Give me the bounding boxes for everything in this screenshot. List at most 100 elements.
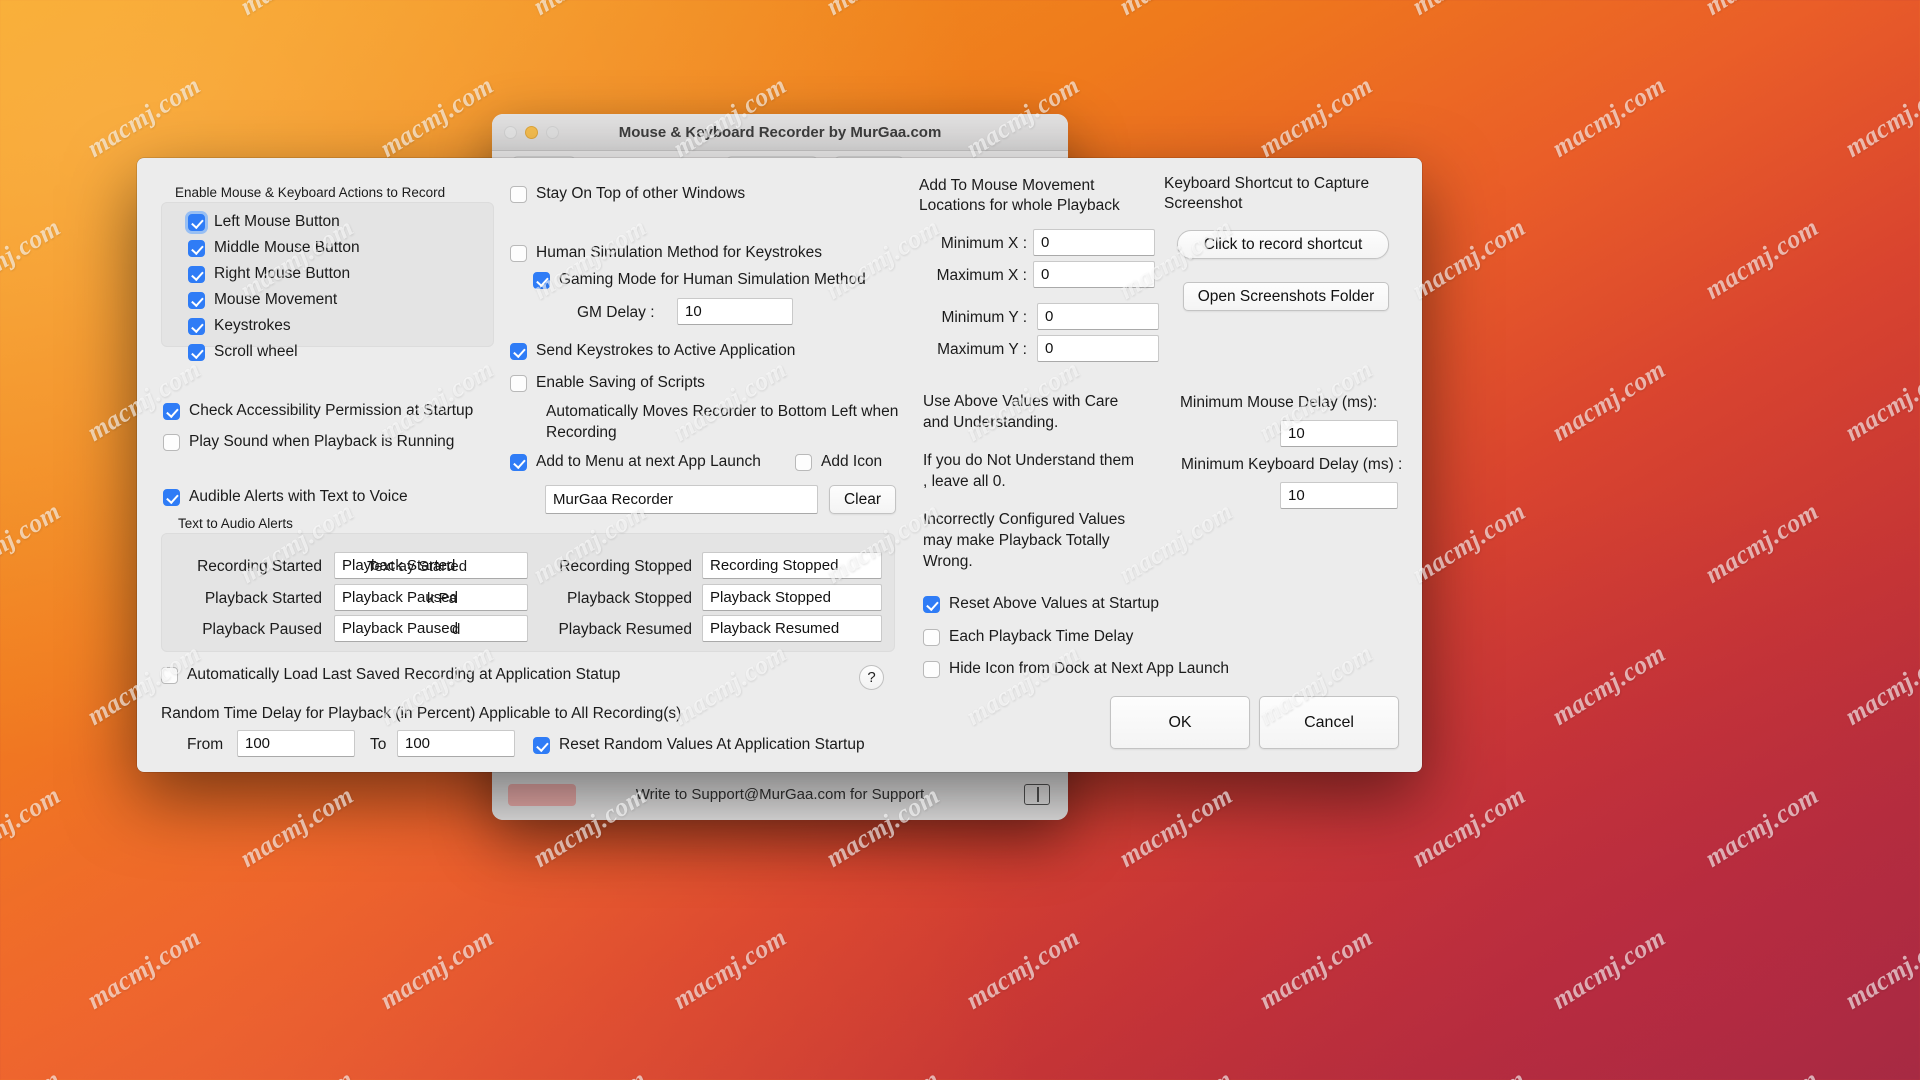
close-icon[interactable] — [504, 126, 517, 139]
checkbox-indicator[interactable] — [188, 214, 205, 231]
random-to-input[interactable]: 100 — [397, 730, 515, 757]
app-footer: Write to Support@MurGaa.com for Support — [492, 768, 1068, 820]
cancel-label: Cancel — [1304, 713, 1354, 731]
checkbox-gaming-mode[interactable]: Gaming Mode for Human Simulation Method — [533, 271, 866, 289]
alert-label-playback-paused: Playback Paused — [202, 621, 322, 638]
watermark-text: macmj.com — [1253, 922, 1378, 1015]
checkbox-label: Human Simulation Method for Keystrokes — [536, 244, 823, 261]
checkbox-audible-alerts[interactable]: Audible Alerts with Text to Voice — [163, 488, 408, 506]
gm-delay-input[interactable]: 10 — [677, 298, 793, 325]
checkbox-indicator[interactable] — [163, 489, 180, 506]
watermark-text: macmj.com — [1700, 0, 1824, 22]
checkbox-indicator[interactable] — [188, 240, 205, 257]
checkbox-check-accessibility[interactable]: Check Accessibility Permission at Startu… — [163, 402, 473, 420]
watermark-text: macmj.com — [1406, 212, 1531, 305]
checkbox-indicator[interactable] — [510, 186, 527, 203]
checkbox-label: Enable Saving of Scripts — [536, 374, 705, 391]
checkbox-left-mouse-button[interactable]: Left Mouse Button — [188, 213, 493, 231]
label-minimum-x: Minimum X : — [940, 235, 1027, 252]
input-minimum-x[interactable]: 0 — [1033, 229, 1155, 256]
watermark-text: macmj.com — [235, 1064, 359, 1080]
alert-ghost-text-1: k Pa — [427, 590, 458, 607]
footer-badge — [508, 783, 576, 806]
checkbox-indicator[interactable] — [510, 375, 527, 392]
to-label: To — [370, 736, 387, 753]
gm-delay-label: GM Delay : — [577, 304, 655, 321]
checkbox-reset-above-values[interactable]: Reset Above Values at Startup — [923, 595, 1159, 613]
checkbox-indicator[interactable] — [161, 667, 178, 684]
checkbox-label: Audible Alerts with Text to Voice — [189, 488, 408, 505]
checkbox-indicator[interactable] — [923, 596, 940, 613]
watermark-text: macmj.com — [0, 1064, 66, 1080]
alert-input-playback-stopped[interactable]: Playback Stopped — [702, 584, 882, 611]
watermark-text: macmj.com — [1114, 0, 1238, 22]
checkbox-middle-mouse-button[interactable]: Middle Mouse Button — [188, 239, 493, 257]
clear-button[interactable]: Clear — [829, 485, 896, 514]
enable-actions-group-title: Enable Mouse & Keyboard Actions to Recor… — [175, 185, 446, 200]
checkbox-indicator[interactable] — [188, 344, 205, 361]
alert-input-playback-paused[interactable]: Playback Paused — [334, 615, 528, 642]
checkbox-label: Reset Above Values at Startup — [949, 595, 1159, 612]
checkbox-indicator[interactable] — [188, 318, 205, 335]
checkbox-enable-saving-scripts[interactable]: Enable Saving of Scripts — [510, 374, 705, 392]
alert-input-recording-stopped[interactable]: Recording Stopped — [702, 552, 882, 579]
checkbox-indicator[interactable] — [510, 245, 527, 262]
traffic-lights[interactable] — [504, 126, 559, 139]
checkbox-indicator[interactable] — [795, 454, 812, 471]
alert-label-recording-started: Recording Started — [197, 558, 322, 575]
checkbox-indicator[interactable] — [533, 737, 550, 754]
checkbox-keystrokes[interactable]: Keystrokes — [188, 317, 493, 335]
note-incorrect-values: Incorrectly Configured Values may make P… — [923, 511, 1126, 570]
book-icon[interactable] — [1024, 784, 1050, 805]
input-minimum-y[interactable]: 0 — [1037, 303, 1159, 330]
checkbox-add-to-menu[interactable]: Add to Menu at next App Launch — [510, 453, 761, 471]
checkbox-indicator[interactable] — [163, 403, 180, 420]
checkbox-human-simulation[interactable]: Human Simulation Method for Keystrokes — [510, 244, 822, 262]
checkbox-indicator[interactable] — [510, 343, 527, 360]
label-minimum-y: Minimum Y : — [941, 309, 1027, 326]
alert-input-playback-resumed[interactable]: Playback Resumed — [702, 615, 882, 642]
checkbox-label: Play Sound when Playback is Running — [189, 433, 455, 450]
random-from-input[interactable]: 100 — [237, 730, 355, 757]
checkbox-each-playback-delay[interactable]: Each Playback Time Delay — [923, 628, 1133, 646]
input-maximum-y[interactable]: 0 — [1037, 335, 1159, 362]
checkbox-mouse-movement[interactable]: Mouse Movement — [188, 291, 493, 309]
checkbox-indicator[interactable] — [533, 272, 550, 289]
checkbox-play-sound[interactable]: Play Sound when Playback is Running — [163, 433, 454, 451]
checkbox-auto-load-recording[interactable]: Automatically Load Last Saved Recording … — [161, 666, 620, 684]
checkbox-right-mouse-button[interactable]: Right Mouse Button — [188, 265, 493, 283]
record-shortcut-button[interactable]: Click to record shortcut — [1177, 230, 1389, 259]
checkbox-stay-on-top[interactable]: Stay On Top of other Windows — [510, 185, 745, 203]
help-button[interactable]: ? — [859, 665, 884, 690]
ok-button[interactable]: OK — [1110, 696, 1250, 749]
checkbox-indicator[interactable] — [923, 629, 940, 646]
checkbox-reset-random-values[interactable]: Reset Random Values At Application Start… — [533, 736, 865, 754]
checkbox-hide-icon-dock[interactable]: Hide Icon from Dock at Next App Launch — [923, 660, 1229, 678]
checkbox-scroll-wheel[interactable]: Scroll wheel — [188, 343, 493, 361]
open-screenshots-folder-button[interactable]: Open Screenshots Folder — [1183, 282, 1389, 311]
watermark-text: macmj.com — [0, 496, 66, 589]
random-delay-title: Random Time Delay for Playback (in Perce… — [161, 705, 682, 722]
checkbox-indicator[interactable] — [188, 292, 205, 309]
menu-name-input[interactable]: MurGaa Recorder — [545, 485, 818, 514]
watermark-text: macmj.com — [1839, 70, 1920, 163]
checkbox-send-keystrokes[interactable]: Send Keystrokes to Active Application — [510, 342, 795, 360]
checkbox-indicator[interactable] — [188, 266, 205, 283]
checkbox-indicator[interactable] — [923, 661, 940, 678]
minimize-icon[interactable] — [525, 126, 538, 139]
checkbox-indicator[interactable] — [163, 434, 180, 451]
watermark-text: macmj.com — [1253, 70, 1378, 163]
checkbox-label: Scroll wheel — [214, 343, 298, 360]
zoom-icon[interactable] — [546, 126, 559, 139]
min-keyboard-delay-input[interactable]: 10 — [1280, 482, 1398, 509]
input-maximum-x[interactable]: 0 — [1033, 261, 1155, 288]
preferences-sheet: Enable Mouse & Keyboard Actions to Recor… — [137, 158, 1422, 772]
watermark-text: macmj.com — [0, 780, 66, 873]
cancel-button[interactable]: Cancel — [1259, 696, 1399, 749]
watermark-text: macmj.com — [1839, 354, 1920, 447]
watermark-text: macmj.com — [235, 0, 359, 22]
checkbox-add-icon[interactable]: Add Icon — [795, 453, 882, 471]
text-to-audio-title: Text to Audio Alerts — [178, 516, 293, 531]
min-mouse-delay-input[interactable]: 10 — [1280, 420, 1398, 447]
checkbox-indicator[interactable] — [510, 454, 527, 471]
